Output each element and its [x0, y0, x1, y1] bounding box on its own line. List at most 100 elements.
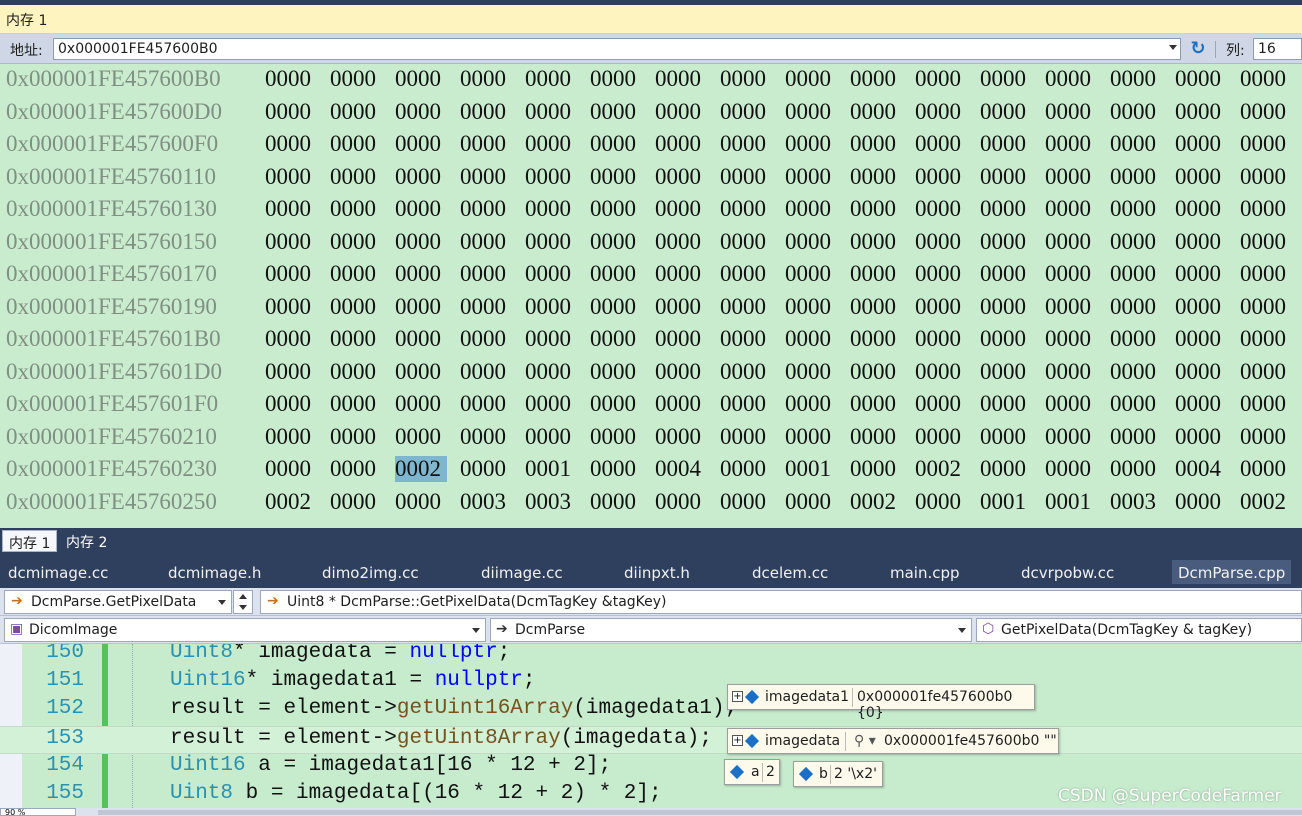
chevron-down-icon[interactable]	[218, 600, 226, 605]
memory-word[interactable]: 0000	[655, 489, 707, 515]
memory-word[interactable]: 0000	[980, 229, 1032, 255]
memory-word[interactable]: 0001	[1045, 489, 1097, 515]
memory-word[interactable]: 0000	[850, 131, 902, 157]
memory-word[interactable]: 0000	[265, 391, 317, 417]
memory-word[interactable]: 0000	[915, 229, 967, 255]
memory-word[interactable]: 0000	[395, 66, 447, 92]
memory-word[interactable]: 0000	[265, 261, 317, 287]
memory-word[interactable]: 0000	[590, 456, 642, 482]
memory-word[interactable]: 0000	[915, 99, 967, 125]
memory-word[interactable]: 0000	[525, 229, 577, 255]
memory-word[interactable]: 0000	[785, 424, 837, 450]
memory-word[interactable]: 0000	[785, 131, 837, 157]
memory-view[interactable]: 0x000001FE457600B0 0000 0000 0000 0000 0000 00…	[0, 64, 1302, 528]
memory-word[interactable]: 0004	[655, 456, 707, 482]
memory-word[interactable]: 0000	[785, 196, 837, 222]
memory-word[interactable]: 0000	[525, 196, 577, 222]
memory-word[interactable]: 0000	[1110, 294, 1162, 320]
memory-word[interactable]: 0000	[460, 359, 512, 385]
memory-word[interactable]: 0000	[1110, 66, 1162, 92]
memory-word[interactable]: 0000	[1240, 229, 1292, 255]
memory-word[interactable]: 0000	[850, 456, 902, 482]
memory-word[interactable]: 0000	[330, 424, 382, 450]
memory-word[interactable]: 0000	[265, 424, 317, 450]
memory-word[interactable]: 0000	[590, 229, 642, 255]
frame-spinner[interactable]	[233, 590, 253, 614]
memory-word[interactable]: 0000	[265, 196, 317, 222]
memory-word[interactable]: 0000	[590, 131, 642, 157]
memory-word[interactable]: 0000	[1110, 391, 1162, 417]
memory-word[interactable]: 0000	[525, 99, 577, 125]
memory-word[interactable]: 0000	[590, 66, 642, 92]
memory-word[interactable]: 0000	[850, 66, 902, 92]
memory-word[interactable]: 0000	[1110, 99, 1162, 125]
memory-word[interactable]: 0000	[395, 359, 447, 385]
memory-word[interactable]: 0000	[1045, 229, 1097, 255]
memory-word[interactable]: 0000	[1240, 391, 1292, 417]
memory-word[interactable]: 0000	[395, 326, 447, 352]
file-tab[interactable]: diimage.cc	[481, 564, 563, 582]
memory-word[interactable]: 0000	[720, 131, 772, 157]
memory-word[interactable]: 0000	[330, 391, 382, 417]
memory-word[interactable]: 0000	[1045, 359, 1097, 385]
memory-word[interactable]: 0000	[395, 99, 447, 125]
memory-word[interactable]: 0000	[915, 391, 967, 417]
memory-word[interactable]: 0000	[330, 261, 382, 287]
memory-word[interactable]: 0000	[655, 229, 707, 255]
memory-word[interactable]: 0000	[460, 66, 512, 92]
memory-word[interactable]: 0000	[1045, 66, 1097, 92]
memory-word[interactable]: 0000	[720, 456, 772, 482]
memory-word[interactable]: 0000	[460, 229, 512, 255]
memory-word[interactable]: 0000	[590, 326, 642, 352]
memory-word[interactable]: 0003	[1110, 489, 1162, 515]
memory-word[interactable]: 0000	[1110, 131, 1162, 157]
memory-word[interactable]: 0000	[655, 261, 707, 287]
memory-word[interactable]: 0000	[265, 229, 317, 255]
spin-down-icon[interactable]	[239, 605, 247, 610]
memory-word[interactable]: 0000	[460, 391, 512, 417]
file-tab[interactable]: diinpxt.h	[624, 564, 690, 582]
memory-word[interactable]: 0000	[330, 99, 382, 125]
memory-word[interactable]: 0000	[590, 99, 642, 125]
columns-input[interactable]: 16	[1253, 38, 1302, 60]
datatip-value[interactable]: 2	[766, 764, 775, 780]
memory-word[interactable]: 0000	[980, 164, 1032, 190]
memory-word[interactable]: 0000	[1175, 326, 1227, 352]
memory-word[interactable]: 0000	[590, 391, 642, 417]
memory-word[interactable]: 0000	[915, 131, 967, 157]
memory-word[interactable]: 0000	[330, 66, 382, 92]
memory-word[interactable]: 0000	[460, 261, 512, 287]
memory-word[interactable]: 0000	[525, 391, 577, 417]
memory-word[interactable]: 0000	[915, 261, 967, 287]
memory-word[interactable]: 0000	[720, 489, 772, 515]
memory-word[interactable]: 0000	[850, 99, 902, 125]
memory-word[interactable]: 0000	[655, 66, 707, 92]
memory-word[interactable]: 0000	[1175, 294, 1227, 320]
memory-word[interactable]: 0000	[980, 424, 1032, 450]
code-editor[interactable]: 150 Uint8* imagedata = nullptr; 151 Uint16*…	[0, 644, 1302, 808]
memory-word[interactable]: 0000	[1240, 164, 1292, 190]
memory-word[interactable]: 0000	[850, 359, 902, 385]
member-combo[interactable]: ⬡ GetPixelData(DcmTagKey & tagKey)	[976, 618, 1302, 642]
memory-word[interactable]: 0000	[265, 456, 317, 482]
memory-word[interactable]: 0000	[590, 359, 642, 385]
memory-word[interactable]: 0000	[590, 164, 642, 190]
memory-word[interactable]: 0000	[1240, 456, 1292, 482]
memory-word[interactable]: 0000	[330, 294, 382, 320]
memory-word[interactable]: 0000	[1240, 359, 1292, 385]
memory-word[interactable]: 0000	[785, 294, 837, 320]
memory-word[interactable]: 0000	[265, 66, 317, 92]
memory-word[interactable]: 0000	[590, 424, 642, 450]
memory-word[interactable]: 0000	[1045, 131, 1097, 157]
memory-word[interactable]: 0004	[1175, 456, 1227, 482]
memory-word[interactable]: 0000	[980, 359, 1032, 385]
memory-word[interactable]: 0000	[980, 66, 1032, 92]
memory-word[interactable]: 0000	[1045, 456, 1097, 482]
memory-word[interactable]: 0000	[1045, 391, 1097, 417]
memory-word[interactable]: 0000	[525, 359, 577, 385]
datatip-imagedata[interactable]: + imagedata ⚲ ▾ 0x000001fe457600b0 ""	[727, 728, 1059, 754]
memory-word[interactable]: 0000	[590, 261, 642, 287]
memory-word[interactable]: 0000	[265, 359, 317, 385]
memory-word[interactable]: 0000	[1175, 196, 1227, 222]
memory-word[interactable]: 0002	[265, 489, 317, 515]
